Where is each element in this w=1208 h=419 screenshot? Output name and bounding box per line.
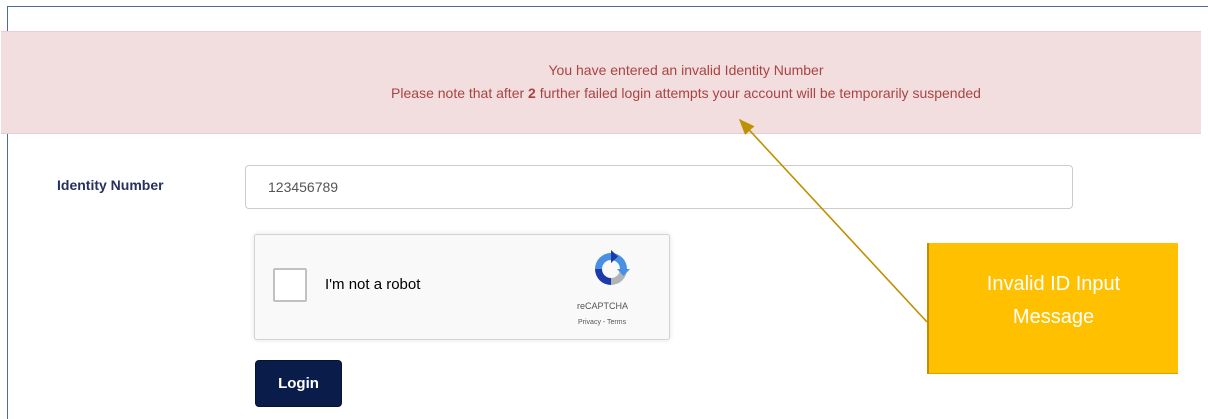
annotation-callout: Invalid ID Input Message	[927, 243, 1178, 374]
callout-line2: Message	[1012, 306, 1095, 328]
identity-number-input[interactable]	[245, 165, 1073, 209]
error-alert: You have entered an invalid Identity Num…	[1, 31, 1201, 134]
alert-line2-prefix: Please note that after	[391, 85, 529, 101]
alert-message-line1: You have entered an invalid Identity Num…	[548, 62, 824, 78]
attempts-remaining-count: 2	[528, 85, 536, 101]
recaptcha-logo-icon	[595, 250, 630, 285]
recaptcha-brand: reCAPTCHA	[577, 301, 629, 311]
alert-line2-suffix: further failed login attempts your accou…	[535, 85, 981, 101]
recaptcha-widget: I'm not a robot reCAPTCHA Privacy - Term…	[254, 234, 670, 340]
recaptcha-privacy-terms-link[interactable]: Privacy - Terms	[578, 319, 626, 326]
recaptcha-checkbox[interactable]	[273, 268, 307, 302]
recaptcha-label: I'm not a robot	[325, 276, 421, 293]
login-button[interactable]: Login	[255, 360, 342, 407]
alert-message-line2: Please note that after 2 further failed …	[1, 85, 1201, 101]
callout-line1: Invalid ID Input	[986, 273, 1121, 295]
identity-number-label: Identity Number	[57, 177, 164, 193]
